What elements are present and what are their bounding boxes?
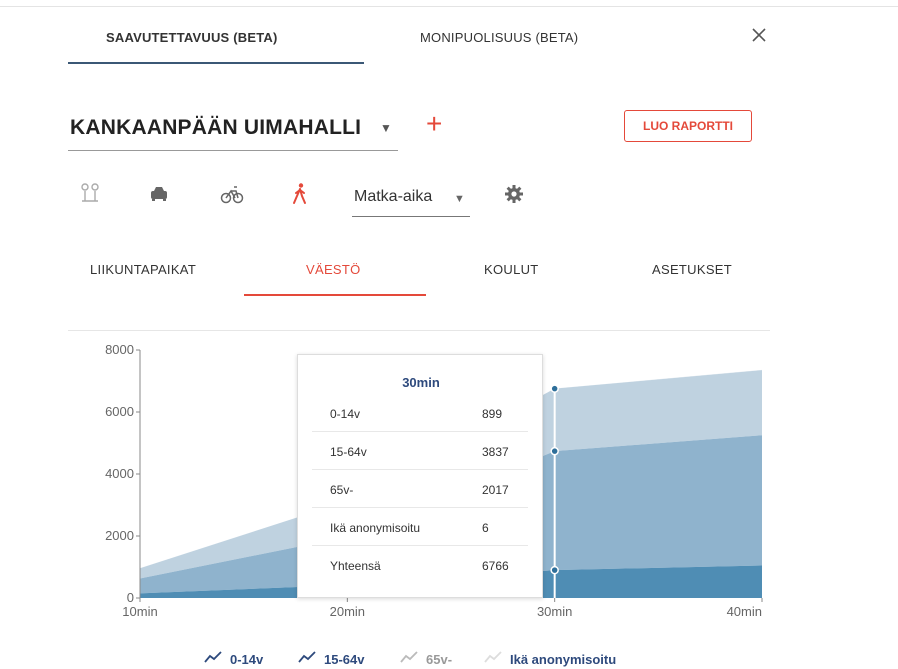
legend-line-icon[interactable] — [298, 650, 316, 669]
tooltip-title: 30min — [402, 375, 440, 390]
chart-tooltip: 30min 0-14v 899 15-64v 3837 65v- 2017 Ik… — [297, 354, 543, 598]
x-tick-label: 10min — [122, 604, 157, 619]
x-tick-label: 20min — [330, 604, 365, 619]
hover-point — [550, 384, 559, 393]
tooltip-label: 65v- — [330, 483, 354, 497]
hover-point — [550, 446, 559, 456]
hover-point — [550, 565, 559, 575]
legend-line-icon[interactable] — [204, 650, 222, 669]
tooltip-row: 15-64v 3837 — [312, 433, 528, 470]
tooltip-value: 6 — [482, 521, 489, 535]
legend-line-icon[interactable] — [400, 650, 418, 669]
legend-item-15-64[interactable]: 15-64v — [324, 652, 364, 667]
tooltip-value: 6766 — [482, 559, 509, 573]
tooltip-row: Ikä anonymisoitu 6 — [312, 509, 528, 546]
tooltip-value: 3837 — [482, 445, 509, 459]
tooltip-label: Yhteensä — [330, 559, 381, 573]
legend-item-0-14[interactable]: 0-14v — [230, 652, 263, 667]
tooltip-label: 0-14v — [330, 407, 361, 421]
tooltip-row: 65v- 2017 — [312, 471, 528, 508]
legend-item-65[interactable]: 65v- — [426, 652, 452, 667]
tooltip-row: 0-14v 899 — [312, 395, 528, 432]
x-tick-label: 40min — [727, 604, 762, 619]
y-tick-label: 8000 — [105, 342, 134, 357]
x-tick-label: 30min — [537, 604, 572, 619]
y-tick-label: 0 — [127, 590, 134, 605]
legend-line-icon[interactable] — [484, 650, 502, 669]
tooltip-row: Yhteensä 6766 — [312, 547, 528, 583]
tooltip-label: 15-64v — [330, 445, 367, 459]
tooltip-value: 899 — [482, 407, 503, 421]
y-tick-label: 6000 — [105, 404, 134, 419]
legend-item-anonymized[interactable]: Ikä anonymisoitu — [510, 652, 616, 667]
y-tick-label: 4000 — [105, 466, 134, 481]
tooltip-value: 2017 — [482, 483, 509, 497]
y-tick-label: 2000 — [105, 528, 134, 543]
tooltip-label: Ikä anonymisoitu — [330, 521, 421, 535]
